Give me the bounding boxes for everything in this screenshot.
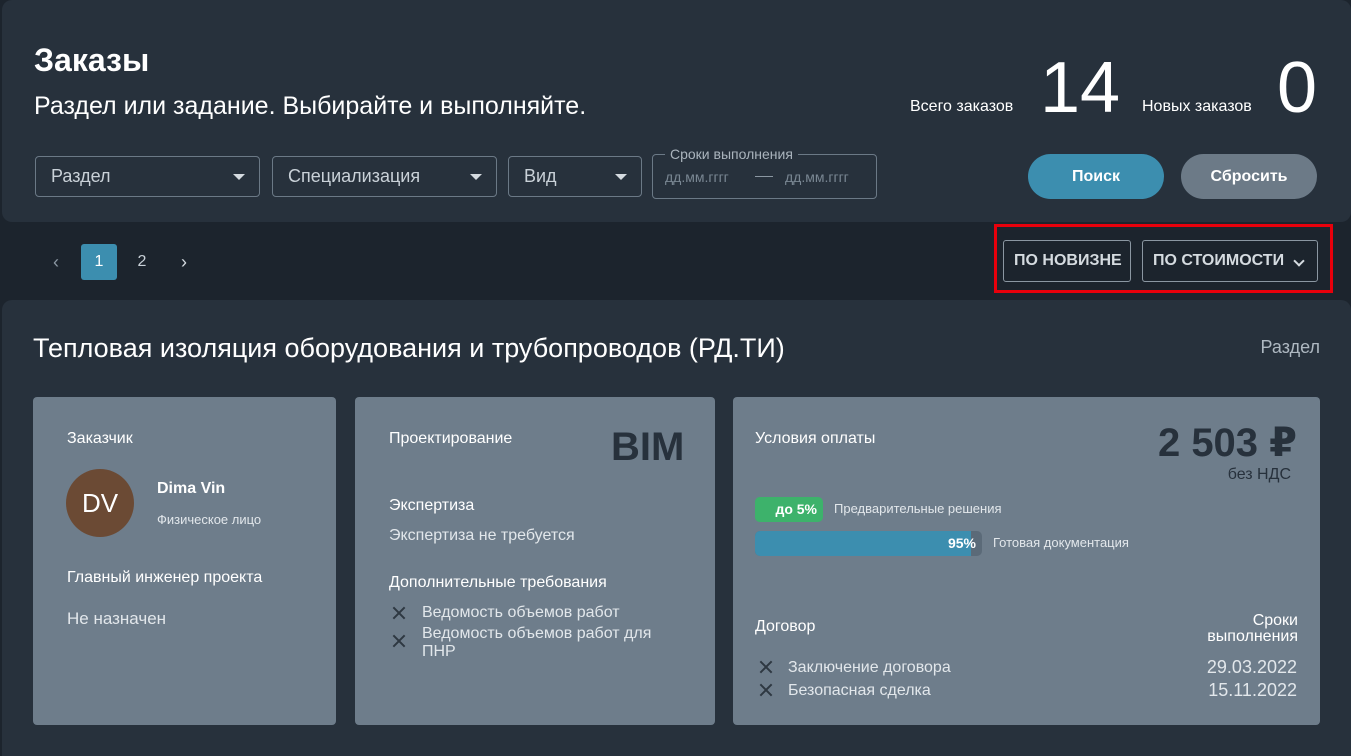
contract-item-name: Безопасная сделка	[788, 682, 931, 699]
caret-down-icon	[470, 174, 482, 180]
extra-requirements-label: Дополнительные требования	[389, 574, 607, 591]
expertise-value: Экспертиза не требуется	[389, 527, 575, 544]
prepayment-bar-fill	[755, 497, 775, 522]
caret-down-icon	[233, 174, 245, 180]
extra-requirement-item: Ведомость объемов работ для ПНР	[422, 625, 652, 660]
final-payment-percent: 95%	[947, 535, 976, 551]
final-payment-bar-fill	[755, 531, 971, 556]
sort-by-newest-button[interactable]: ПО НОВИЗНЕ	[1003, 240, 1131, 282]
vat-note: без НДС	[1227, 466, 1291, 483]
customer-label: Заказчик	[67, 430, 133, 447]
payment-terms-label: Условия оплаты	[755, 430, 876, 447]
final-payment-bar: 95%	[755, 531, 982, 556]
new-orders-label: Новых заказов	[1142, 98, 1252, 115]
search-button[interactable]: Поиск	[1028, 154, 1164, 199]
price-value: 2 503 ₽	[1157, 421, 1297, 465]
extra-requirement-item: Ведомость объемов работ	[422, 604, 620, 621]
caret-down-icon	[615, 174, 627, 180]
sort-by-cost-button[interactable]: ПО СТОИМОСТИ	[1142, 240, 1318, 282]
next-page-button[interactable]: ›	[166, 244, 202, 280]
page-subtitle: Раздел или задание. Выбирайте и выполняй…	[34, 92, 587, 120]
order-title[interactable]: Тепловая изоляция оборудования и трубопр…	[33, 333, 785, 364]
prev-page-button[interactable]: ‹	[38, 244, 74, 280]
contract-label: Договор	[755, 618, 816, 635]
date-range-legend: Сроки выполнения	[665, 146, 798, 162]
section-select-label: Раздел	[51, 166, 111, 186]
order-type-tag: Раздел	[1260, 337, 1321, 357]
sort-by-cost-label: ПО СТОИМОСТИ	[1153, 252, 1285, 269]
chief-engineer-value: Не назначен	[67, 609, 167, 628]
bim-badge: BIM	[611, 425, 685, 469]
prepayment-percent: до 5%	[775, 501, 817, 517]
page-title: Заказы	[34, 42, 150, 78]
kind-select-label: Вид	[524, 166, 557, 186]
kind-select[interactable]: Вид	[508, 156, 642, 197]
sort-by-newest-label: ПО НОВИЗНЕ	[1014, 252, 1122, 269]
cross-icon	[392, 634, 406, 648]
date-range-field: Сроки выполнения дд.мм.гггг дд.мм.гггг	[652, 146, 877, 199]
reset-button[interactable]: Сбросить	[1181, 154, 1317, 199]
specialization-select-label: Специализация	[288, 166, 421, 186]
customer-name[interactable]: Dima Vin	[157, 480, 225, 498]
contract-item-date: 15.11.2022	[1208, 680, 1297, 700]
avatar: DV	[66, 469, 134, 537]
cross-icon	[759, 660, 773, 674]
cross-icon	[759, 683, 773, 697]
expertise-label: Экспертиза	[389, 497, 475, 514]
cross-icon	[392, 606, 406, 620]
design-label: Проектирование	[389, 430, 513, 447]
date-range-dash	[755, 176, 773, 177]
chief-engineer-label: Главный инженер проекта	[67, 569, 263, 586]
contract-item-name: Заключение договора	[788, 659, 951, 676]
prepayment-bar: до 5%	[755, 497, 823, 522]
date-from-input[interactable]: дд.мм.гггг	[665, 169, 729, 185]
new-orders-value: 0	[1277, 48, 1318, 128]
chevron-down-icon	[1293, 255, 1305, 267]
date-to-input[interactable]: дд.мм.гггг	[785, 169, 849, 185]
page-2-button[interactable]: 2	[124, 244, 160, 280]
final-payment-stage: Готовая документация	[993, 535, 1129, 550]
section-select[interactable]: Раздел	[35, 156, 260, 197]
prepayment-stage: Предварительные решения	[834, 501, 1002, 516]
terms-label-line-2: выполнения	[1207, 628, 1298, 645]
page-1-button[interactable]: 1	[81, 244, 117, 280]
specialization-select[interactable]: Специализация	[272, 156, 497, 197]
total-orders-label: Всего заказов	[910, 98, 1014, 115]
total-orders-value: 14	[1040, 48, 1121, 128]
customer-type: Физическое лицо	[157, 512, 262, 527]
contract-item-date: 29.03.2022	[1206, 657, 1297, 677]
